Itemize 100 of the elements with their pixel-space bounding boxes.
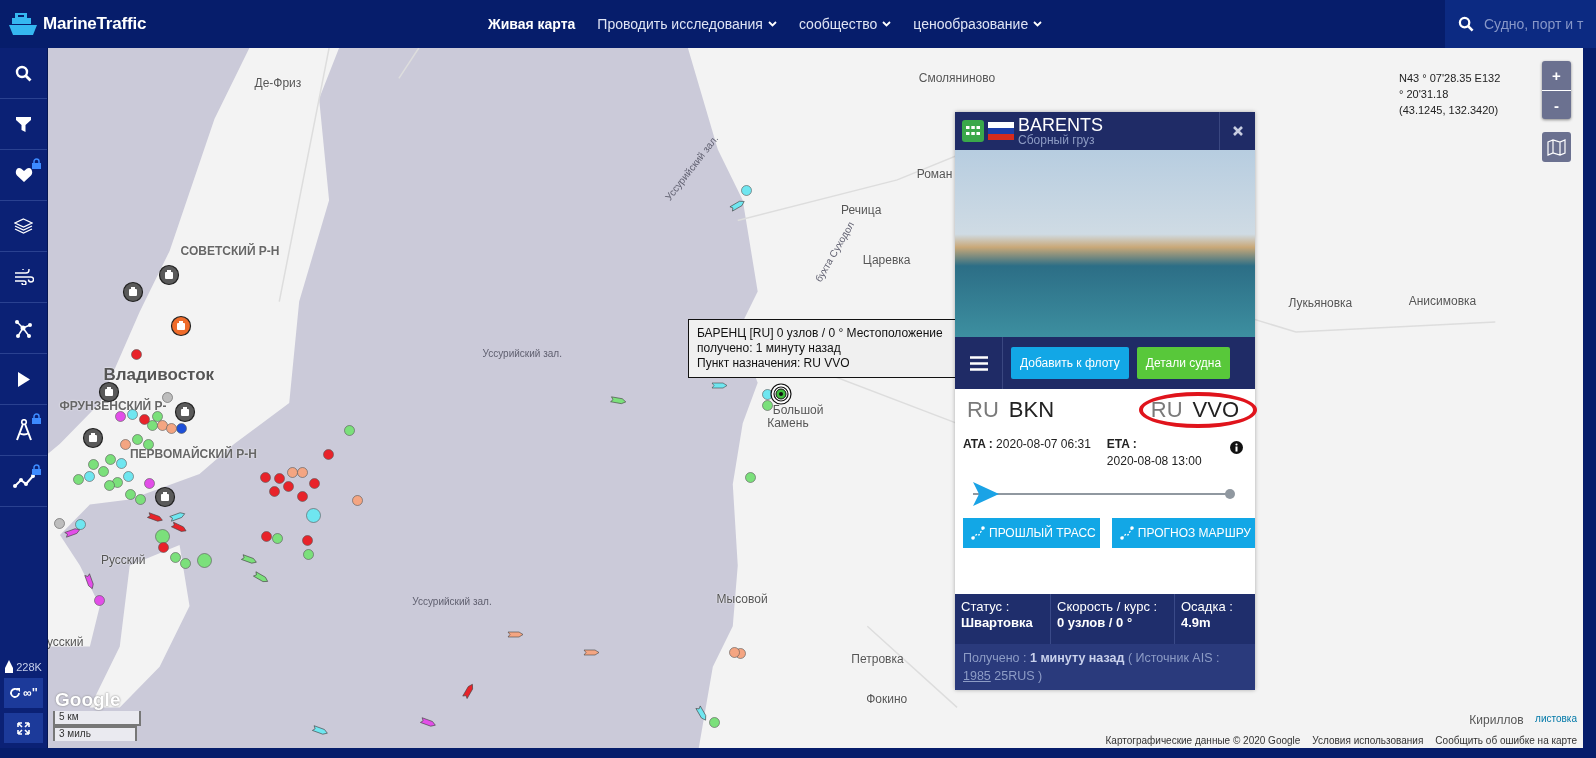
vessel-dot[interactable] [272,533,284,544]
heart-icon[interactable] [14,167,33,183]
search-icon[interactable] [15,64,32,82]
vessel-dot[interactable] [125,489,136,501]
nav-link[interactable]: Живая карта [488,16,576,32]
vessel-arrow-icon[interactable] [252,571,268,583]
info-icon[interactable] [1230,441,1243,454]
port-marker-icon[interactable] [158,264,180,285]
fullscreen-button[interactable] [4,713,43,743]
map-type-button[interactable] [1542,132,1571,162]
vessel-dot[interactable] [114,411,126,422]
wind-icon[interactable] [13,269,34,285]
logo-text[interactable]: MarineTraffic [43,14,147,34]
vessel-dot[interactable] [709,717,720,729]
source-link[interactable]: 1985 [963,669,991,683]
vessel-dot[interactable] [274,473,286,484]
leaflet-link[interactable]: листовка [1535,713,1577,724]
vessel-dot[interactable] [309,478,320,489]
port-marker-icon[interactable] [123,282,144,303]
vessel-dot[interactable] [98,466,110,477]
vessel-dot[interactable] [352,495,363,507]
vessel-dot[interactable] [306,507,321,523]
selected-vessel-icon[interactable] [770,383,792,405]
vessel-dot[interactable] [297,467,308,478]
play-icon[interactable] [16,370,31,388]
vessel-dot[interactable] [139,414,150,425]
vessel-dot[interactable] [175,423,187,434]
attribution-link[interactable]: Сообщить об ошибке на карте [1435,735,1577,746]
vessel-arrow-icon[interactable] [507,631,524,638]
vessel-arrow-icon[interactable] [169,512,186,522]
port-marker-icon[interactable] [82,427,103,448]
vessel-dot[interactable] [744,472,756,483]
vessel-dot[interactable] [302,535,313,546]
vessel-arrow-icon[interactable] [462,684,474,700]
vessel-dot[interactable] [343,425,355,436]
filter-icon[interactable] [15,115,32,133]
port-marker-icon[interactable] [154,486,175,507]
vessel-dot[interactable] [169,552,181,564]
vessel-dot[interactable] [260,472,271,483]
vessel-dot[interactable] [75,518,86,530]
vessel-dot[interactable] [144,478,155,489]
vessel-arrow-icon[interactable] [311,725,328,735]
vessel-dot[interactable] [282,481,294,492]
vessel-arrow-icon[interactable] [419,717,436,727]
compass-icon[interactable] [14,419,33,441]
vessel-arrow-icon[interactable] [64,528,81,538]
vessel-arrow-icon[interactable] [610,396,626,404]
vessel-dot[interactable] [165,423,177,434]
vessel-arrow-icon[interactable] [584,649,600,655]
vessel-dot[interactable] [155,529,171,544]
vessel-dot[interactable] [94,595,106,606]
vessel-arrow-icon[interactable] [729,200,745,211]
zoom-in-button[interactable]: + [1542,61,1571,90]
vessel-arrow-icon[interactable] [696,705,707,721]
layers-icon[interactable] [14,218,33,234]
vessel-arrow-icon[interactable] [84,573,94,590]
vessel-dot[interactable] [131,348,142,360]
vessel-dot[interactable] [158,542,170,553]
vessel-dot[interactable] [762,389,773,401]
vessel-dot[interactable] [88,458,99,470]
port-marker-icon[interactable] [171,315,192,336]
line-chart-icon[interactable] [12,474,35,488]
vessel-arrow-icon[interactable] [711,382,727,389]
vessel-dot[interactable] [115,457,127,469]
vessel-dot[interactable] [119,439,131,451]
vessel-dot[interactable] [297,491,308,503]
vessel-dot[interactable] [84,471,95,482]
vessel-dot[interactable] [73,474,84,485]
vessel-dot[interactable] [303,549,314,561]
vessel-dot[interactable] [135,494,146,506]
vessel-arrow-icon[interactable] [241,554,258,564]
nav-link[interactable]: сообщество [798,16,892,32]
vessel-dot[interactable] [261,531,272,542]
vessel-dot[interactable] [729,647,741,658]
attribution-link[interactable]: Условия использования [1312,735,1424,746]
grid-icon[interactable] [962,120,984,142]
vessel-dot[interactable] [269,486,281,497]
vessel-dot[interactable] [740,185,752,196]
vessel-arrow-icon[interactable] [171,522,187,532]
network-icon[interactable] [14,318,33,338]
vessel-dot[interactable] [127,409,138,420]
vessel-dot[interactable] [132,434,143,446]
nav-link[interactable]: Проводить исследования [597,16,777,32]
vessel-dot[interactable] [111,477,123,488]
vessel-dot[interactable] [105,453,117,465]
vessel-dot[interactable] [286,467,298,478]
vessel-arrow-icon[interactable] [146,512,163,522]
vessel-dot[interactable] [162,391,174,403]
refresh-button[interactable]: ∞'' [4,678,43,708]
vessel-dot[interactable] [323,448,335,460]
vessel-dot[interactable] [122,471,134,482]
vessel-dot[interactable] [762,399,773,411]
vessel-dot[interactable] [179,558,191,570]
port-marker-icon[interactable] [175,402,196,423]
vessel-dot[interactable] [152,411,164,422]
vessel-dot[interactable] [157,420,169,431]
zoom-out-button[interactable]: - [1542,90,1571,119]
vessel-dot[interactable] [104,480,116,491]
vessel-dot[interactable] [197,553,212,569]
vessel-dot[interactable] [147,420,158,431]
